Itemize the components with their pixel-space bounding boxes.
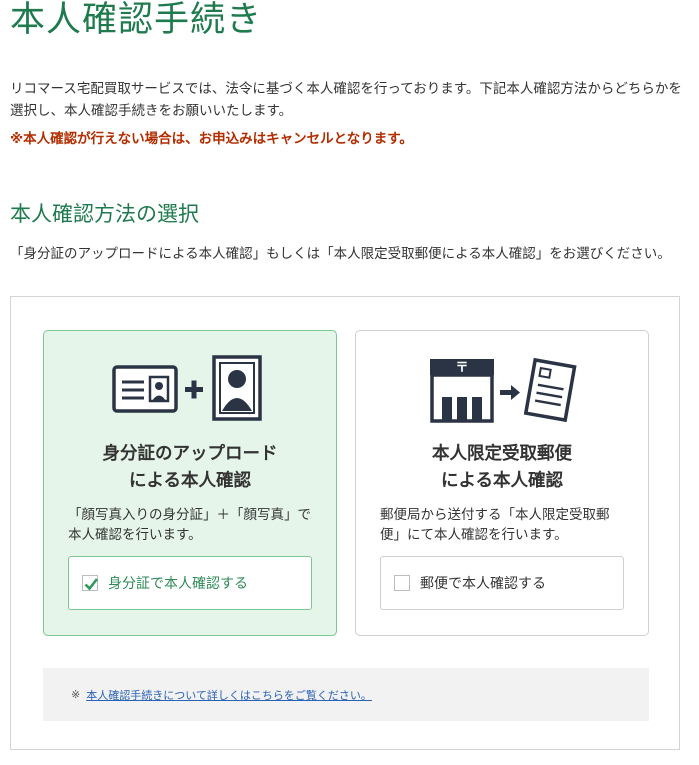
- postal-checkbox[interactable]: [394, 575, 410, 591]
- option-title-postal: 本人限定受取郵便 による本人確認: [432, 444, 572, 491]
- option-card-id-upload[interactable]: 身分証のアップロード による本人確認 「顔写真入りの身分証」＋「顔写真」で本人確…: [43, 330, 337, 636]
- postal-illustration: 〒: [356, 355, 648, 427]
- id-upload-checkbox[interactable]: [82, 575, 99, 591]
- section-description: 「身分証のアップロードによる本人確認」もしくは「本人限定受取郵便による本人確認」…: [10, 246, 671, 262]
- select-id-upload-button[interactable]: 身分証で本人確認する: [68, 556, 312, 610]
- id-upload-illustration: [44, 355, 336, 427]
- section-heading: 本人確認方法の選択: [10, 202, 199, 226]
- id-card-icon: [112, 365, 178, 413]
- postal-button-label: 郵便で本人確認する: [420, 576, 546, 592]
- details-link[interactable]: 本人確認手続きについて詳しくはこちらをご覧ください。: [86, 687, 372, 703]
- note-mark: ※: [71, 688, 81, 701]
- option-title-id-upload: 身分証のアップロード による本人確認: [102, 444, 278, 491]
- option-card-postal[interactable]: 〒 本人限定受取郵便 による本人確認 郵便局から送付する「本人限定受取郵便」にて…: [355, 330, 649, 636]
- mail-document-icon: [523, 357, 577, 423]
- details-note: ※ 本人確認手続きについて詳しくはこちらをご覧ください。: [43, 668, 649, 721]
- checkmark-icon: [84, 578, 99, 591]
- intro-text: リコマース宅配買取サービスでは、法令に基づく本人確認を行っております。下記本人確…: [10, 81, 682, 119]
- option-description-postal: 郵便局から送付する「本人限定受取郵便」にて本人確認を行います。: [380, 507, 610, 543]
- option-description-id-upload: 「顔写真入りの身分証」＋「顔写真」で本人確認を行います。: [68, 507, 311, 543]
- page-title: 本人確認手続き: [10, 0, 263, 40]
- plus-icon: [185, 380, 203, 399]
- post-office-icon: 〒: [430, 359, 494, 423]
- face-photo-icon: [212, 355, 262, 421]
- verification-method-panel: 身分証のアップロード による本人確認 「顔写真入りの身分証」＋「顔写真」で本人確…: [10, 296, 680, 750]
- arrow-right-icon: [500, 385, 520, 400]
- cancel-warning: ※本人確認が行えない場合は、お申込みはキャンセルとなります。: [10, 131, 413, 147]
- id-upload-button-label: 身分証で本人確認する: [108, 576, 248, 592]
- select-postal-button[interactable]: 郵便で本人確認する: [380, 556, 624, 610]
